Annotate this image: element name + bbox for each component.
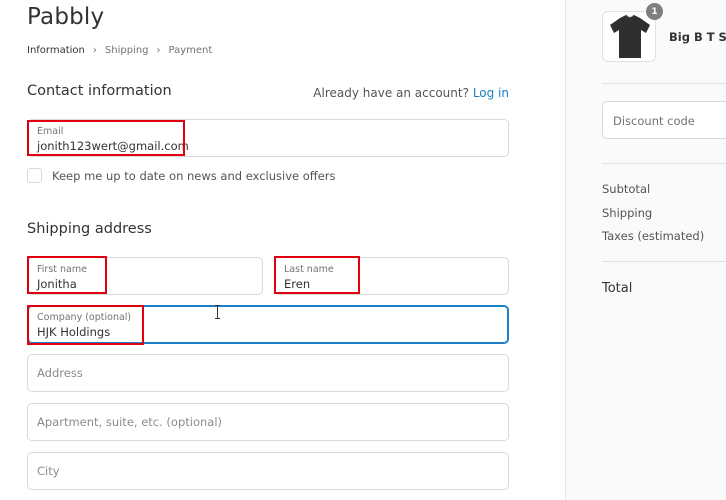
apartment-placeholder: Apartment, suite, etc. (optional) <box>37 415 223 429</box>
newsletter-checkbox[interactable] <box>27 168 42 183</box>
address-field[interactable]: Address <box>27 354 509 392</box>
newsletter-label: Keep me up to date on news and exclusive… <box>52 169 336 183</box>
have-account-text: Already have an account? <box>313 86 469 100</box>
contact-information-heading: Contact information <box>27 83 172 99</box>
breadcrumb: Information › Shipping › Payment <box>27 45 212 56</box>
chevron-right-icon: › <box>156 45 161 56</box>
taxes-label: Taxes (estimated) <box>602 229 705 243</box>
shipping-label: Shipping <box>602 206 653 220</box>
city-placeholder: City <box>37 464 60 478</box>
last-name-label: Last name <box>284 264 334 275</box>
login-link[interactable]: Log in <box>473 86 509 100</box>
subtotal-label: Subtotal <box>602 182 651 196</box>
company-label: Company (optional) <box>37 312 132 323</box>
product-thumbnail <box>602 11 656 62</box>
tshirt-image <box>610 14 650 58</box>
discount-code-input[interactable]: Discount code <box>602 101 726 139</box>
email-value: jonith123wert@gmail.com <box>37 139 189 153</box>
last-name-value: Eren <box>284 277 311 291</box>
first-name-value: Jonitha <box>37 277 77 291</box>
first-name-field[interactable]: First name Jonitha <box>27 257 263 295</box>
address-placeholder: Address <box>37 366 83 380</box>
summary-divider <box>602 83 726 84</box>
order-summary-panel <box>565 0 726 500</box>
checkout-page: Pabbly Information › Shipping › Payment … <box>0 0 726 500</box>
quantity-badge: 1 <box>646 3 663 20</box>
shipping-address-heading: Shipping address <box>27 221 152 237</box>
discount-code-placeholder: Discount code <box>613 114 695 128</box>
breadcrumb-shipping[interactable]: Shipping <box>105 45 149 56</box>
email-field[interactable]: Email jonith123wert@gmail.com <box>27 119 509 157</box>
checkout-main: Pabbly Information › Shipping › Payment … <box>0 0 565 500</box>
breadcrumb-payment[interactable]: Payment <box>169 45 213 56</box>
email-label: Email <box>37 126 64 137</box>
have-account-prompt: Already have an account? Log in <box>313 86 509 100</box>
first-name-label: First name <box>37 264 87 275</box>
company-field[interactable]: Company (optional) HJK Holdings <box>27 305 509 344</box>
breadcrumb-information[interactable]: Information <box>27 45 85 56</box>
store-logo[interactable]: Pabbly <box>27 4 104 30</box>
chevron-right-icon: › <box>92 45 97 56</box>
product-name: Big B T Shi <box>669 30 726 44</box>
company-value: HJK Holdings <box>37 325 111 339</box>
apartment-field[interactable]: Apartment, suite, etc. (optional) <box>27 403 509 441</box>
summary-divider <box>602 163 726 164</box>
text-cursor-icon <box>214 305 222 319</box>
summary-divider <box>602 261 726 262</box>
last-name-field[interactable]: Last name Eren <box>274 257 509 295</box>
total-label: Total <box>602 281 633 296</box>
city-field[interactable]: City <box>27 452 509 490</box>
